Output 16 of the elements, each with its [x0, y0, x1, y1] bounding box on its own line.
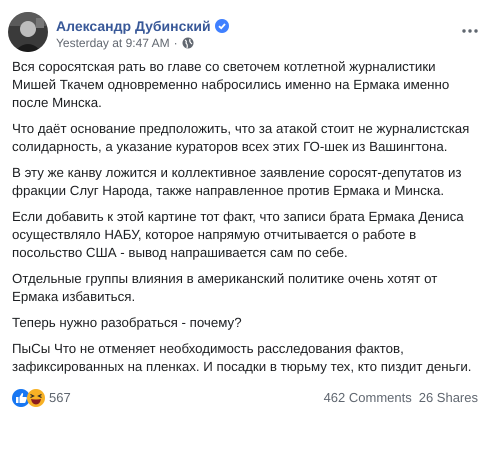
laughing-face-icon[interactable] — [27, 388, 45, 407]
post-paragraph: Вся соросятская рать во главе со светочем котлетной журналистики Мишей Ткачем одновременно набросились именно на Ермака именно после Минска. — [12, 58, 450, 112]
shares-link[interactable]: 26 Shares — [418, 388, 478, 408]
post-paragraph: ПыСы Что не отменяет необходимость расследования фактов, зафиксированных на пленках. И посадки в тюрьму тех, кто пиздит деньги. — [12, 340, 473, 376]
post-paragraph: Отдельные группы влияния в американский политике очень хотят от Ермака избавиться. — [12, 270, 438, 306]
post-paragraph: В эту же канву ложится и коллективное заявление соросят-депутатов из фракции Слуг Народа, также направленное против Ермака и Минска. — [12, 164, 463, 200]
more-icon[interactable] — [462, 29, 478, 33]
post-time[interactable]: Yesterday at 9:47 AM — [56, 35, 170, 51]
author-name[interactable]: Александр Дубинский — [56, 17, 211, 35]
comments-link[interactable]: 462 Comments — [324, 388, 412, 408]
globe-icon — [182, 37, 194, 49]
post-paragraph: Если добавить к этой картине тот факт, что записи брата Ермака Дениса осуществляло НАБУ, которое напрямую отчитывается о работе в посольство США - вывод напрашивается сам по себе. — [12, 208, 465, 262]
separator: · — [174, 35, 178, 51]
reaction-count[interactable]: 567 — [49, 388, 71, 408]
post-paragraph: Теперь нужно разобраться - почему? — [12, 314, 243, 332]
post-paragraph: Что даёт основание предположить, что за атакой стоит не журналистская солидарность, а указание кураторов всех этих ГО-шек из Вашингтона. — [12, 120, 470, 156]
